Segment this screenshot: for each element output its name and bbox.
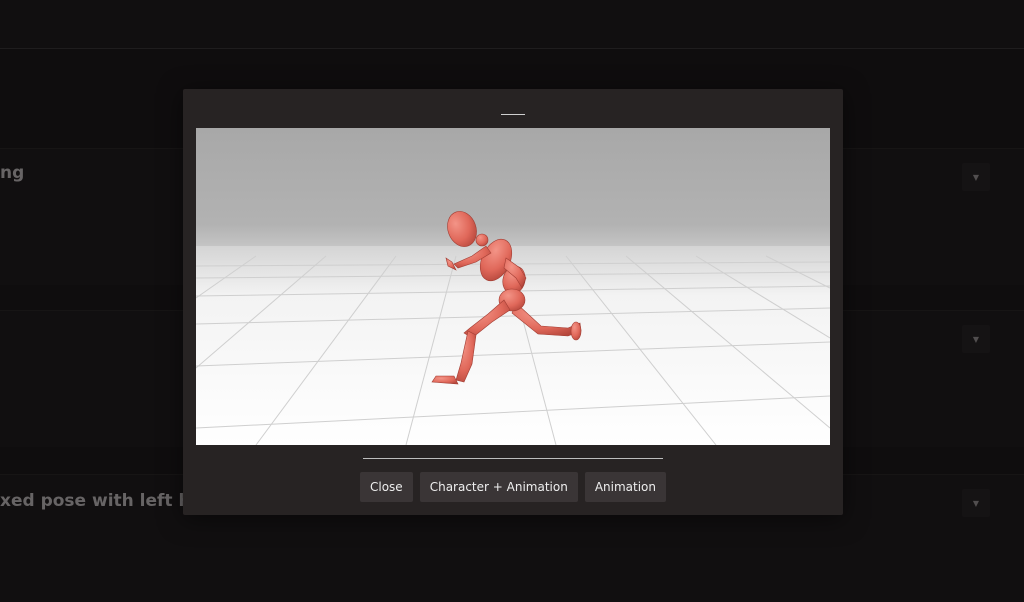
- 3d-scene: [196, 128, 830, 445]
- modal-divider: [363, 458, 663, 459]
- modal-header-line: [501, 114, 525, 115]
- 3d-viewport[interactable]: [196, 128, 830, 445]
- animation-button[interactable]: Animation: [584, 472, 666, 502]
- page: ng ▼ ▼ xed pose with left han ▼ Close Ch…: [0, 0, 1024, 602]
- animation-preview-modal: Close Character + Animation Animation: [183, 89, 843, 515]
- character-animation-button[interactable]: Character + Animation: [419, 472, 578, 502]
- close-button[interactable]: Close: [360, 472, 413, 502]
- modal-actions: Close Character + Animation Animation: [183, 472, 843, 502]
